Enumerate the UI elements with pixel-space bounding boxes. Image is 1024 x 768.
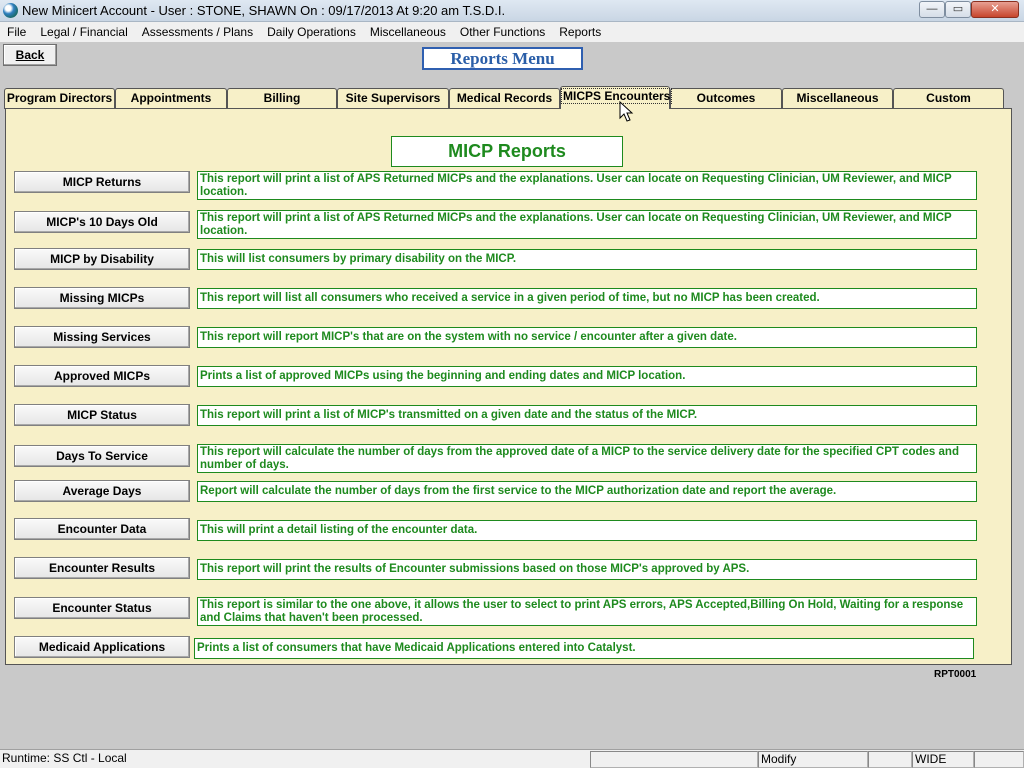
micp-10-days-old-description: This report will print a list of APS Ret… — [197, 210, 977, 239]
missing-services-button[interactable]: Missing Services — [14, 326, 190, 348]
tab-outcomes[interactable]: Outcomes — [670, 88, 782, 109]
back-button[interactable]: Back — [3, 44, 57, 66]
encounter-data-description: This will print a detail listing of the … — [197, 520, 977, 541]
menu-legal-financial[interactable]: Legal / Financial — [33, 25, 134, 39]
report-code: RPT0001 — [934, 669, 977, 680]
micp-returns-description: This report will print a list of APS Ret… — [197, 171, 977, 200]
menu-other-functions[interactable]: Other Functions — [453, 25, 552, 39]
mouse-pointer-icon — [619, 101, 634, 122]
approved-micps-button[interactable]: Approved MICPs — [14, 365, 190, 387]
tab-label: MICPS Encounters — [561, 88, 673, 104]
micp-status-button[interactable]: MICP Status — [14, 404, 190, 426]
status-cell-empty-3 — [974, 751, 1024, 768]
status-bar: Runtime: SS Ctl - Local Modify WIDE — [0, 749, 1024, 768]
encounter-status-button[interactable]: Encounter Status — [14, 597, 190, 619]
missing-micps-description: This report will list all consumers who … — [197, 288, 977, 309]
tab-program-directors[interactable]: Program Directors — [4, 88, 115, 109]
tab-site-supervisors[interactable]: Site Supervisors — [337, 88, 449, 109]
tab-label: Miscellaneous — [796, 91, 879, 105]
maximize-button[interactable]: ▭ — [945, 1, 971, 18]
micp-10-days-old-button[interactable]: MICP's 10 Days Old — [14, 211, 190, 233]
menu-reports[interactable]: Reports — [552, 25, 608, 39]
layout-status: WIDE — [912, 751, 974, 768]
tab-billing[interactable]: Billing — [227, 88, 337, 109]
app-globe-icon — [3, 3, 18, 18]
days-to-service-button[interactable]: Days To Service — [14, 445, 190, 467]
status-cell-empty — [590, 751, 758, 768]
missing-services-description: This report will report MICP's that are … — [197, 327, 977, 348]
report-tabs: Program Directors Appointments Billing S… — [4, 86, 1008, 109]
title-bar: New Minicert Account - User : STONE, SHA… — [0, 0, 1024, 22]
encounter-status-description: This report is similar to the one above,… — [197, 597, 977, 626]
tab-appointments[interactable]: Appointments — [115, 88, 227, 109]
micp-status-description: This report will print a list of MICP's … — [197, 405, 977, 426]
page-title: Reports Menu — [422, 47, 583, 70]
menu-file[interactable]: File — [0, 25, 33, 39]
micp-returns-button[interactable]: MICP Returns — [14, 171, 190, 193]
tab-label: Medical Records — [456, 91, 553, 105]
menu-miscellaneous[interactable]: Miscellaneous — [363, 25, 453, 39]
minimize-button[interactable]: — — [919, 1, 945, 18]
days-to-service-description: This report will calculate the number of… — [197, 444, 977, 473]
approved-micps-description: Prints a list of approved MICPs using th… — [197, 366, 977, 387]
window-title: New Minicert Account - User : STONE, SHA… — [22, 3, 506, 18]
tab-micps-encounters[interactable]: MICPS Encounters — [560, 86, 673, 109]
medicaid-applications-description: Prints a list of consumers that have Med… — [194, 638, 974, 659]
tab-label: Custom — [926, 91, 971, 105]
encounter-results-button[interactable]: Encounter Results — [14, 557, 190, 579]
encounter-results-description: This report will print the results of En… — [197, 559, 977, 580]
tab-custom[interactable]: Custom — [893, 88, 1004, 109]
micp-by-disability-description: This will list consumers by primary disa… — [197, 249, 977, 270]
tab-label: Site Supervisors — [345, 91, 441, 105]
micp-by-disability-button[interactable]: MICP by Disability — [14, 248, 190, 270]
medicaid-applications-button[interactable]: Medicaid Applications — [14, 636, 190, 658]
mode-status: Modify — [758, 751, 868, 768]
average-days-button[interactable]: Average Days — [14, 480, 190, 502]
panel-title: MICP Reports — [391, 136, 623, 167]
average-days-description: Report will calculate the number of days… — [197, 481, 977, 502]
tab-medical-records[interactable]: Medical Records — [449, 88, 560, 109]
menu-bar: File Legal / Financial Assessments / Pla… — [0, 22, 1024, 42]
runtime-status: Runtime: SS Ctl - Local — [2, 751, 127, 765]
tab-label: Program Directors — [6, 91, 113, 105]
encounter-data-button[interactable]: Encounter Data — [14, 518, 190, 540]
micp-reports-panel: MICP Reports MICP Returns This report wi… — [5, 108, 1012, 665]
status-cell-empty-2 — [868, 751, 912, 768]
close-button[interactable]: ✕ — [971, 1, 1019, 18]
tab-miscellaneous[interactable]: Miscellaneous — [782, 88, 893, 109]
tab-label: Outcomes — [696, 91, 756, 105]
menu-assessments-plans[interactable]: Assessments / Plans — [135, 25, 260, 39]
menu-daily-operations[interactable]: Daily Operations — [260, 25, 363, 39]
tab-label: Billing — [263, 91, 301, 105]
missing-micps-button[interactable]: Missing MICPs — [14, 287, 190, 309]
tab-label: Appointments — [130, 91, 212, 105]
